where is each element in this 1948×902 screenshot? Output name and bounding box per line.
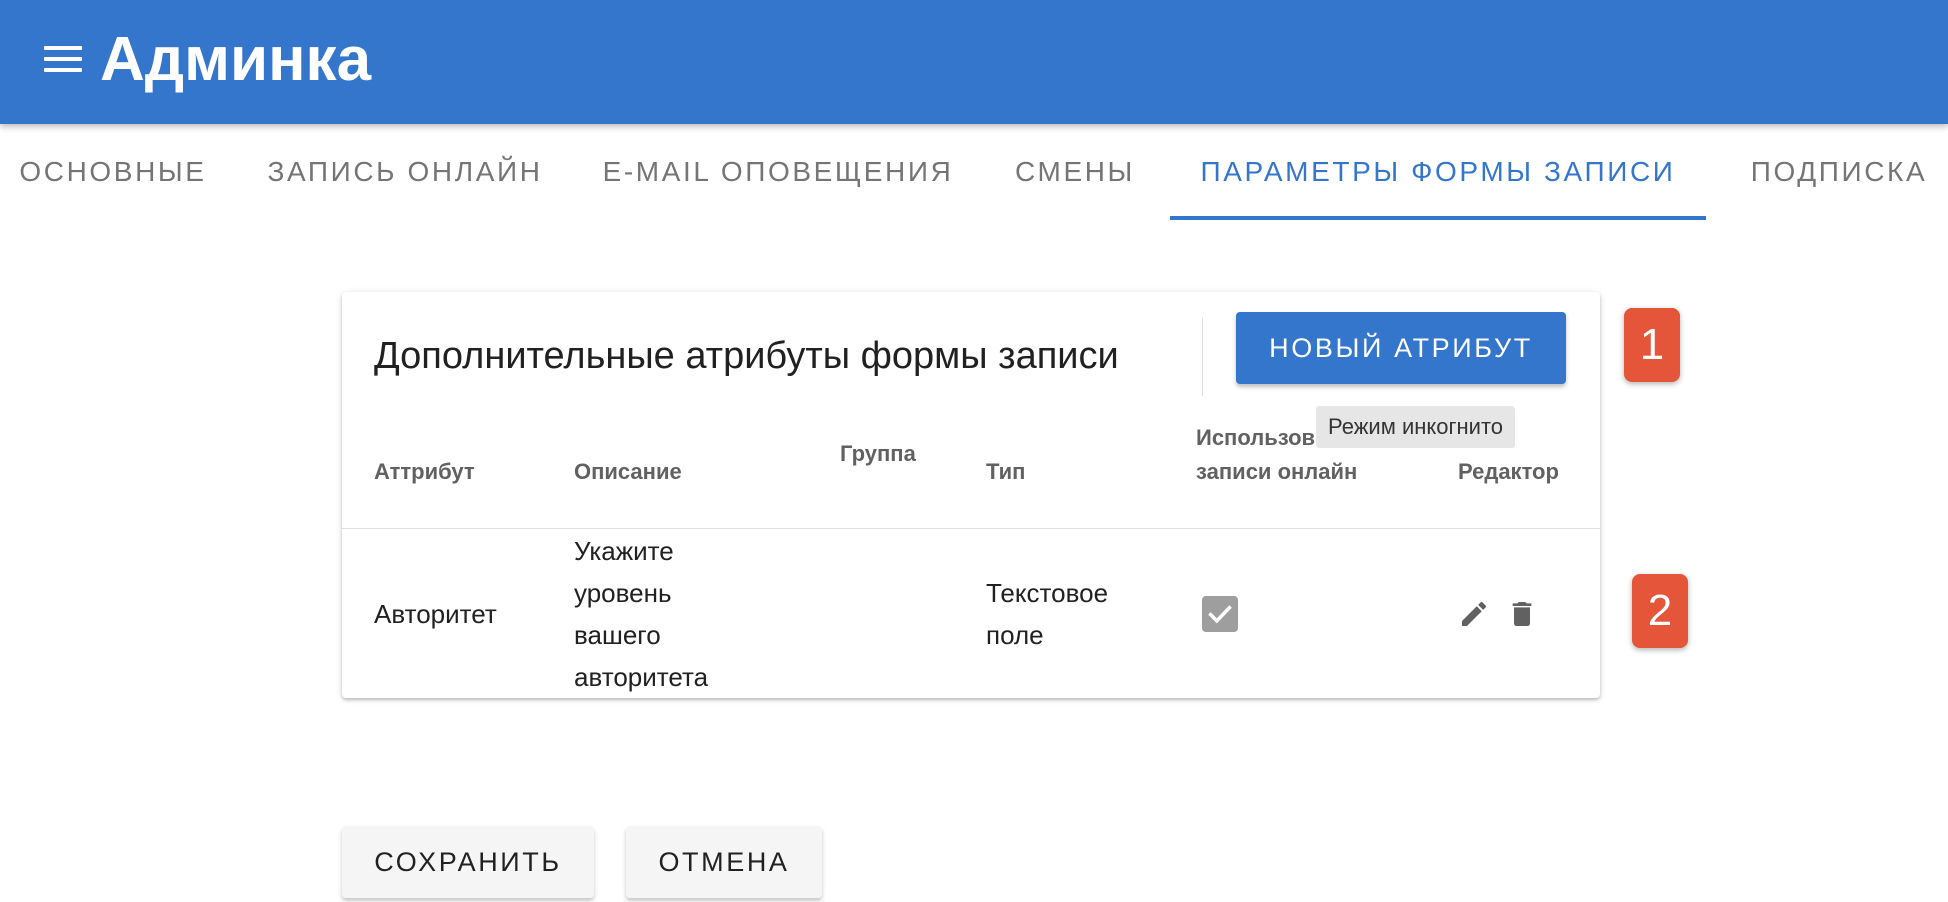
cell-type-line1: Текстовое (986, 578, 1109, 608)
column-header-usage-line2[interactable]: записи онлайн (1196, 452, 1357, 492)
menu-icon[interactable] (44, 46, 82, 74)
active-tab-indicator (1170, 216, 1706, 220)
pencil-icon (1462, 601, 1487, 626)
title-divider (1202, 318, 1203, 396)
tab-basic[interactable]: Основные (0, 124, 226, 220)
cell-description-line3: вашего (574, 620, 661, 650)
cell-attribute: Авторитет (374, 599, 497, 629)
attributes-card: Дополнительные атрибуты формы записи НОВ… (342, 292, 1600, 698)
tooltip: Режим инкогнито (1316, 406, 1516, 448)
new-attribute-button[interactable]: НОВЫЙ АТРИБУТ (1236, 312, 1566, 384)
card-title: Дополнительные атрибуты формы записи (374, 335, 1119, 377)
app-title: Админка (100, 25, 372, 94)
cell-description-line2: уровень (574, 578, 672, 608)
header-divider (342, 528, 1600, 529)
delete-button[interactable] (1504, 596, 1540, 632)
tab-online-booking[interactable]: Запись онлайн (252, 124, 558, 220)
cell-description-line1: Укажите (574, 536, 674, 566)
cancel-button[interactable]: ОТМЕНА (626, 826, 822, 898)
tab-bar: Основные Запись онлайн E-mail оповещения… (0, 124, 1948, 220)
badge-1: 1 (1624, 308, 1680, 382)
trash-icon (1512, 602, 1532, 626)
tab-shifts[interactable]: Смены (1000, 124, 1150, 220)
column-header-description[interactable]: Описание (574, 452, 682, 492)
tab-email-notifications[interactable]: E-mail оповещения (590, 124, 966, 220)
cell-description-line4: авторитета (574, 662, 709, 692)
column-header-attribute[interactable]: Аттрибут (374, 452, 475, 492)
app-bar: Админка (0, 0, 1948, 124)
badge-2: 2 (1632, 574, 1688, 648)
check-icon (1208, 605, 1232, 624)
column-header-group[interactable]: Группа (840, 434, 916, 474)
used-online-checkbox[interactable] (1202, 596, 1238, 632)
tab-form-params[interactable]: Параметры формы записи (1170, 124, 1706, 220)
column-header-type[interactable]: Тип (986, 452, 1025, 492)
cell-type-line2: поле (986, 620, 1044, 650)
tab-subscription[interactable]: Подписка (1730, 124, 1948, 220)
save-button[interactable]: СОХРАНИТЬ (342, 826, 594, 898)
column-header-editor[interactable]: Редактор (1458, 452, 1559, 492)
edit-button[interactable] (1456, 596, 1492, 632)
